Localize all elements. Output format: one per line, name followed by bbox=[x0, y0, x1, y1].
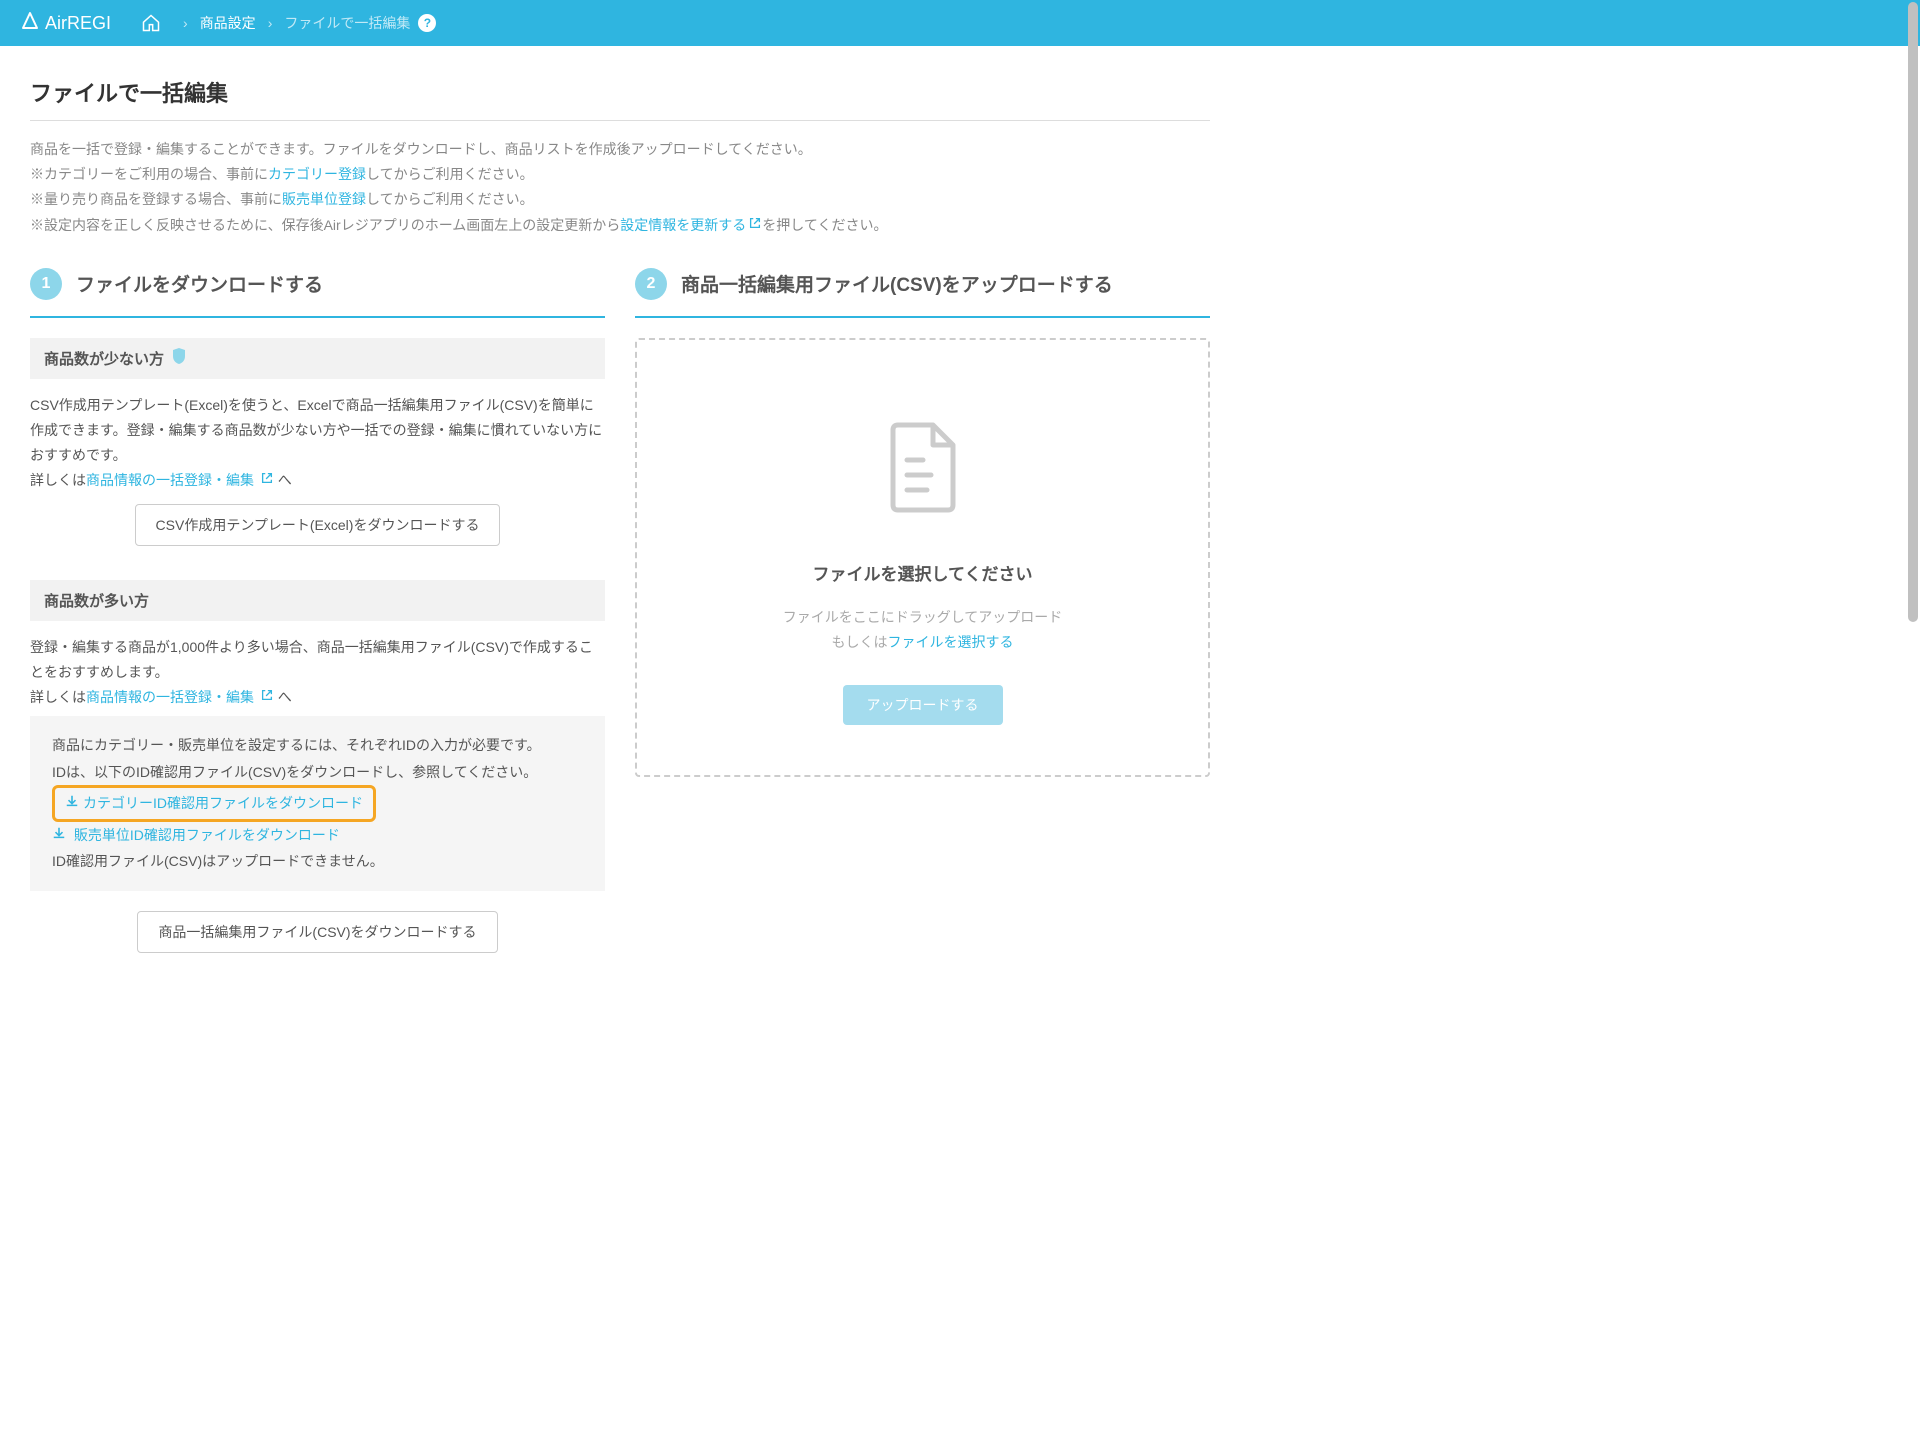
step2-column: 2 商品一括編集用ファイル(CSV)をアップロードする ファイルを選択してくださ… bbox=[635, 268, 1210, 987]
step2-header: 2 商品一括編集用ファイル(CSV)をアップロードする bbox=[635, 268, 1210, 318]
upload-dropzone[interactable]: ファイルを選択してください ファイルをここにドラッグしてアップロード もしくはフ… bbox=[635, 338, 1210, 777]
intro-line2: ※カテゴリーをご利用の場合、事前にカテゴリー登録してからご利用ください。 bbox=[30, 162, 1210, 187]
logo-text: AirREGI bbox=[45, 13, 111, 34]
download-category-id-link[interactable]: カテゴリーID確認用ファイルをダウンロード bbox=[52, 785, 376, 822]
shield-icon bbox=[172, 348, 186, 368]
intro-text: 商品を一括で登録・編集することができます。ファイルをダウンロードし、商品リストを… bbox=[30, 137, 1210, 238]
breadcrumb-current: ファイルで一括編集 bbox=[284, 13, 410, 33]
external-link-icon bbox=[748, 213, 762, 238]
download-unit-id-link[interactable]: 販売単位ID確認用ファイルをダウンロード bbox=[52, 827, 340, 843]
external-link-icon bbox=[260, 685, 274, 710]
app-logo[interactable]: AirREGI bbox=[20, 11, 111, 36]
help-icon[interactable]: ? bbox=[418, 14, 436, 32]
page-title: ファイルで一括編集 bbox=[30, 76, 1210, 121]
section-few-items: 商品数が少ない方 CSV作成用テンプレート(Excel)を使うと、Excelで商… bbox=[30, 338, 605, 560]
home-icon[interactable] bbox=[141, 13, 161, 33]
file-icon bbox=[667, 420, 1178, 520]
step1-number: 1 bbox=[30, 268, 62, 300]
section-a-body: CSV作成用テンプレート(Excel)を使うと、Excelで商品一括編集用ファイ… bbox=[30, 379, 605, 560]
category-register-link[interactable]: カテゴリー登録 bbox=[268, 166, 366, 182]
step2-title: 商品一括編集用ファイル(CSV)をアップロードする bbox=[681, 270, 1113, 297]
upload-subtext: ファイルをここにドラッグしてアップロード もしくはファイルを選択する bbox=[667, 605, 1178, 655]
download-template-button[interactable]: CSV作成用テンプレート(Excel)をダウンロードする bbox=[135, 504, 501, 546]
bulk-edit-help-link-b[interactable]: 商品情報の一括登録・編集 bbox=[86, 689, 274, 705]
breadcrumb: › 商品設定 › ファイルで一括編集 ? bbox=[171, 13, 436, 33]
step1-column: 1 ファイルをダウンロードする 商品数が少ない方 CSV作成用テンプレート(Ex… bbox=[30, 268, 605, 987]
upload-title: ファイルを選択してください bbox=[667, 560, 1178, 585]
section-b-heading: 商品数が多い方 bbox=[30, 580, 605, 621]
logo-icon bbox=[20, 11, 40, 36]
unit-register-link[interactable]: 販売単位登録 bbox=[282, 191, 366, 207]
upload-button[interactable]: アップロードする bbox=[843, 685, 1003, 725]
download-csv-button[interactable]: 商品一括編集用ファイル(CSV)をダウンロードする bbox=[137, 911, 497, 953]
step1-title: ファイルをダウンロードする bbox=[76, 270, 323, 297]
download-icon bbox=[52, 827, 66, 843]
section-many-items: 商品数が多い方 登録・編集する商品が1,000件より多い場合、商品一括編集用ファ… bbox=[30, 580, 605, 968]
scrollbar[interactable] bbox=[1908, 2, 1918, 622]
external-link-icon bbox=[260, 468, 274, 493]
step1-header: 1 ファイルをダウンロードする bbox=[30, 268, 605, 318]
chevron-right-icon: › bbox=[183, 15, 188, 31]
app-header: AirREGI › 商品設定 › ファイルで一括編集 ? bbox=[0, 0, 1920, 46]
step2-number: 2 bbox=[635, 268, 667, 300]
intro-line3: ※量り売り商品を登録する場合、事前に販売単位登録してからご利用ください。 bbox=[30, 187, 1210, 212]
section-b-body: 登録・編集する商品が1,000件より多い場合、商品一括編集用ファイル(CSV)で… bbox=[30, 621, 605, 968]
breadcrumb-products[interactable]: 商品設定 bbox=[200, 13, 256, 33]
section-a-heading: 商品数が少ない方 bbox=[30, 338, 605, 379]
bulk-edit-help-link-a[interactable]: 商品情報の一括登録・編集 bbox=[86, 472, 274, 488]
intro-line4: ※設定内容を正しく反映させるために、保存後Airレジアプリのホーム画面左上の設定… bbox=[30, 213, 1210, 238]
intro-line1: 商品を一括で登録・編集することができます。ファイルをダウンロードし、商品リストを… bbox=[30, 137, 1210, 162]
chevron-right-icon: › bbox=[268, 15, 273, 31]
file-select-link[interactable]: ファイルを選択する bbox=[888, 634, 1014, 650]
main-content: ファイルで一括編集 商品を一括で登録・編集することができます。ファイルをダウンロ… bbox=[0, 46, 1240, 1017]
id-info-box: 商品にカテゴリー・販売単位を設定するには、それぞれIDの入力が必要です。 IDは… bbox=[30, 716, 605, 891]
update-settings-link[interactable]: 設定情報を更新する bbox=[620, 217, 762, 233]
download-icon bbox=[65, 790, 79, 817]
